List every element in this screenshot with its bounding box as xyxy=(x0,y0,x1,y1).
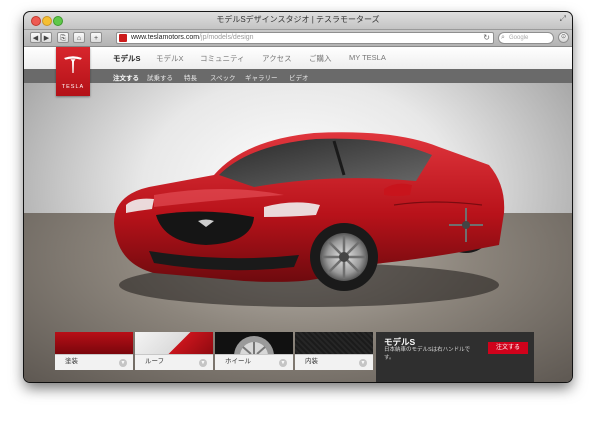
sub-nav: 注文する 試乗する 特長 スペック ギャラリー ビデオ xyxy=(24,69,572,83)
tesla-t-icon xyxy=(64,56,82,73)
browser-toolbar: ◀ ▶ ⎘ ⌂ + www.teslamotors.com/jp/models/… xyxy=(24,30,572,47)
subnav-item-test-drive[interactable]: 試乗する xyxy=(147,72,173,82)
option-interior[interactable]: 内装 ▼ xyxy=(295,332,373,370)
roof-swatch xyxy=(135,332,213,354)
address-bar[interactable]: www.teslamotors.com/jp/models/design ↻ xyxy=(116,32,494,44)
chevron-down-icon: ▼ xyxy=(199,359,207,367)
forward-arrow-icon: ▶ xyxy=(43,35,50,42)
back-button[interactable]: ◀ xyxy=(30,32,41,43)
forward-button[interactable]: ▶ xyxy=(41,32,52,43)
option-roof-label: ルーフ xyxy=(145,358,165,365)
chevron-down-icon: ▼ xyxy=(119,359,127,367)
option-wheels-label: ホイール xyxy=(225,358,251,365)
title-bar: モデルSデザインスタジオ | テスラモーターズ ⤢ xyxy=(24,12,572,30)
share-button[interactable]: ⎘ xyxy=(57,32,69,43)
main-nav: モデルS モデルX コミュニティ アクセス ご購入 MY TESLA xyxy=(24,47,572,69)
tesla-favicon-icon xyxy=(119,34,127,42)
nav-item-community[interactable]: コミュニティ xyxy=(200,53,245,64)
url-path: /jp/models/design xyxy=(199,34,254,41)
fullscreen-icon[interactable]: ⤢ xyxy=(560,14,566,24)
wheel-icon xyxy=(234,336,274,354)
paint-swatch xyxy=(55,332,133,354)
wheel-swatch xyxy=(215,332,293,354)
search-field[interactable]: ⌕ Google xyxy=(498,32,554,44)
subnav-item-specs[interactable]: スペック xyxy=(210,72,236,82)
logo-wordmark: TESLA xyxy=(61,84,85,90)
downloads-icon[interactable]: ⊙ xyxy=(558,32,569,43)
search-icon: ⌕ xyxy=(501,34,505,41)
nav-item-access[interactable]: アクセス xyxy=(262,53,292,64)
interior-swatch xyxy=(295,332,373,354)
home-icon: ⌂ xyxy=(76,35,82,42)
subnav-item-order[interactable]: 注文する xyxy=(113,72,139,82)
reload-icon[interactable]: ↻ xyxy=(483,33,490,43)
nav-item-my-tesla[interactable]: MY TESLA xyxy=(349,53,386,62)
subnav-item-gallery[interactable]: ギャラリー xyxy=(245,72,278,82)
subnav-item-video[interactable]: ビデオ xyxy=(289,72,309,82)
chevron-down-icon: ▼ xyxy=(279,359,287,367)
order-panel: モデルS 日本納車のモデルSは右ハンドルです。 注文する xyxy=(376,332,534,382)
search-placeholder: Google xyxy=(509,35,529,41)
back-arrow-icon: ◀ xyxy=(32,35,39,42)
chevron-down-icon: ▼ xyxy=(359,359,367,367)
panel-description: 日本納車のモデルSは右ハンドルです。 xyxy=(384,347,471,361)
browser-window: モデルSデザインスタジオ | テスラモーターズ ⤢ ◀ ▶ ⎘ ⌂ + www.… xyxy=(24,12,572,382)
option-paint-label: 塗装 xyxy=(65,358,78,365)
nav-item-model-x[interactable]: モデルX xyxy=(156,53,184,64)
car-image xyxy=(114,132,505,307)
option-selector: 塗装 ▼ ルーフ ▼ ホイール ▼ 内装 ▼ xyxy=(55,332,375,370)
order-button[interactable]: 注文する xyxy=(488,342,528,354)
url-host: www.teslamotors.com xyxy=(131,34,200,41)
option-roof[interactable]: ルーフ ▼ xyxy=(135,332,213,370)
nav-item-purchase[interactable]: ご購入 xyxy=(309,53,332,64)
plus-icon: + xyxy=(93,35,99,42)
tesla-logo[interactable]: TESLA xyxy=(56,47,90,96)
window-title: モデルSデザインスタジオ | テスラモーターズ xyxy=(216,15,380,24)
option-paint[interactable]: 塗装 ▼ xyxy=(55,332,133,370)
option-wheels[interactable]: ホイール ▼ xyxy=(215,332,293,370)
nav-item-model-s[interactable]: モデルS xyxy=(113,53,141,64)
option-interior-label: 内装 xyxy=(305,358,318,365)
share-icon: ⎘ xyxy=(60,35,66,42)
add-bookmark-button[interactable]: + xyxy=(90,32,102,43)
home-button[interactable]: ⌂ xyxy=(73,32,85,43)
subnav-item-features[interactable]: 特長 xyxy=(184,72,197,82)
